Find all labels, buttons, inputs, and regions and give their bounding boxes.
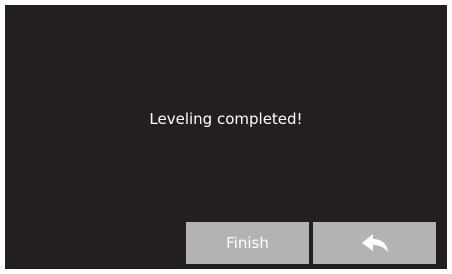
back-button[interactable]: [313, 222, 436, 264]
back-arrow-icon: [361, 234, 388, 252]
status-message: Leveling completed!: [149, 110, 303, 128]
finish-button-label: Finish: [226, 234, 269, 252]
finish-button[interactable]: Finish: [186, 222, 309, 264]
leveling-screen: Leveling completed! Finish: [5, 5, 447, 269]
